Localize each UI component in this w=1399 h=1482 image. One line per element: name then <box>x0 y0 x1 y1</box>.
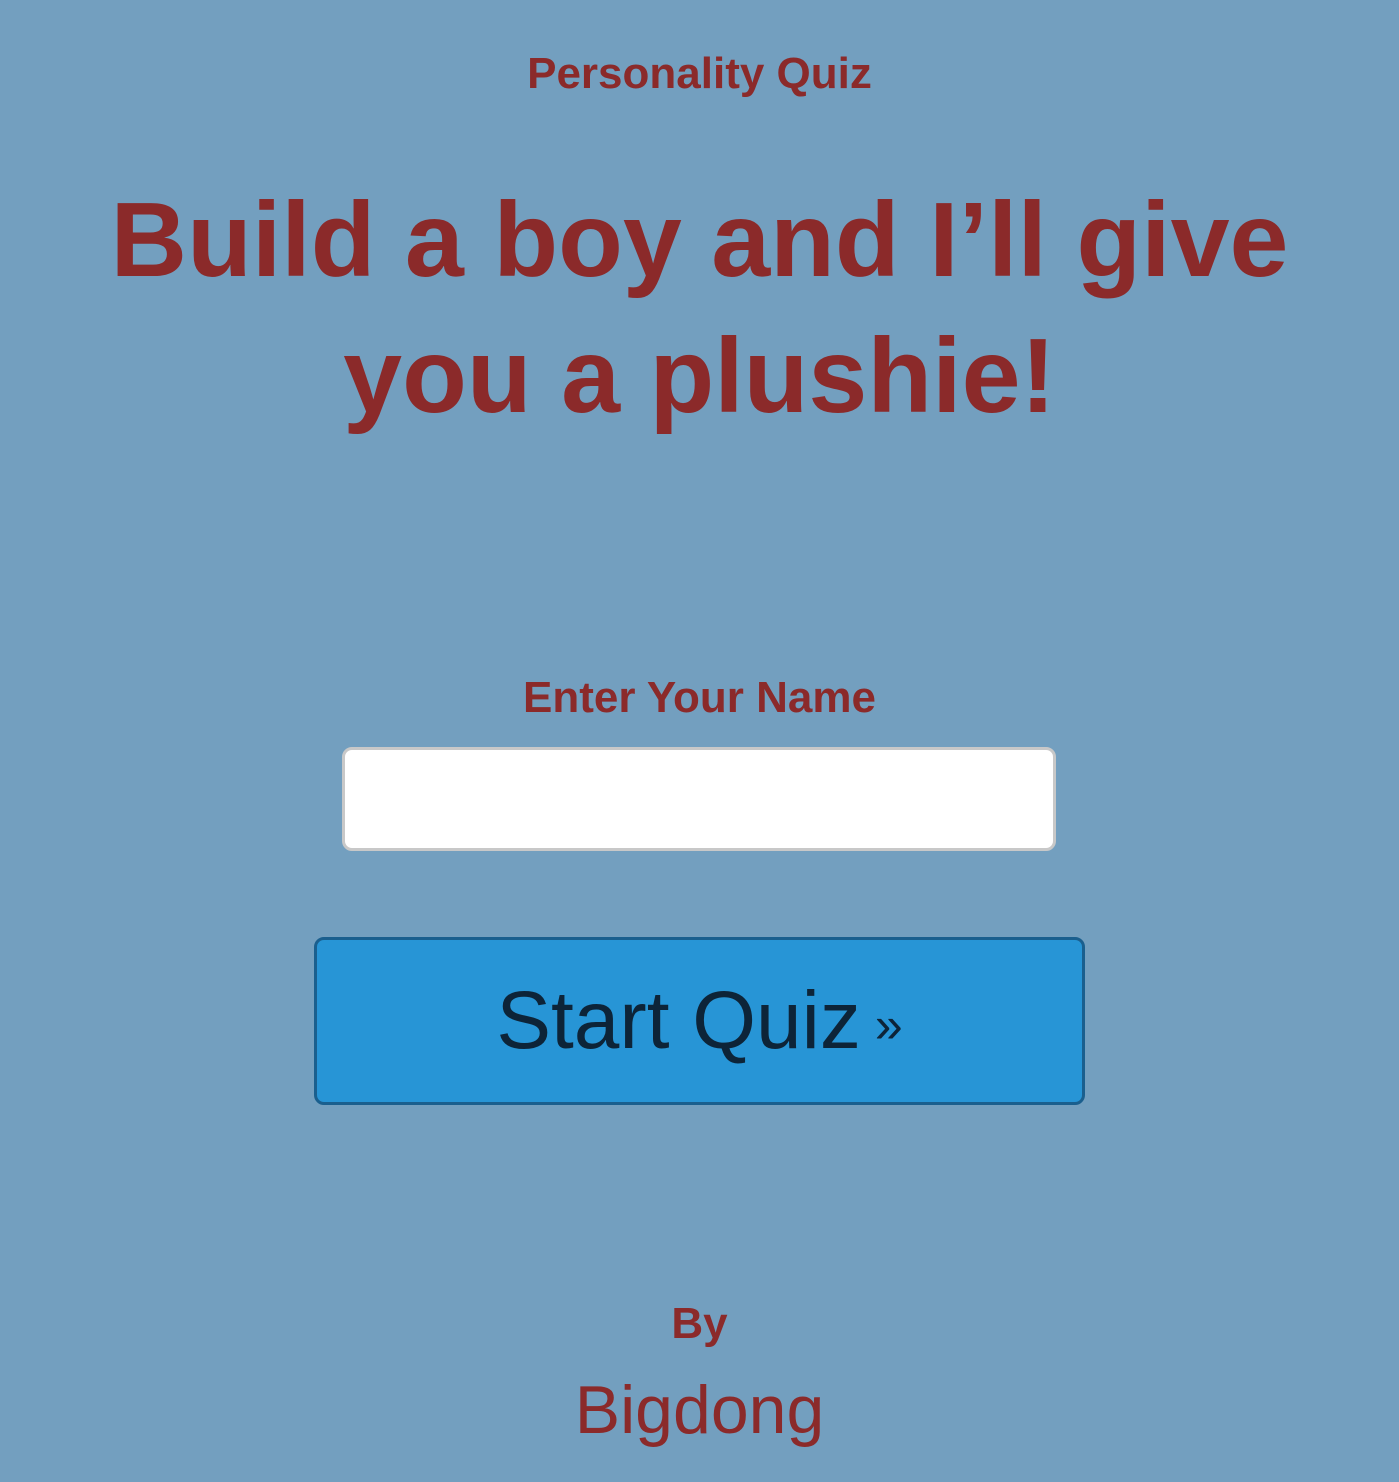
start-quiz-button[interactable]: Start Quiz» <box>314 937 1085 1105</box>
name-input[interactable] <box>342 747 1056 851</box>
double-chevron-right-icon: » <box>874 997 903 1053</box>
quiz-type-label: Personality Quiz <box>527 49 872 98</box>
quiz-title: Build a boy and I’ll give you a plushie! <box>110 181 1289 435</box>
by-label: By <box>671 1299 728 1348</box>
start-quiz-label: Start Quiz <box>496 975 861 1066</box>
name-field-label: Enter Your Name <box>523 673 876 722</box>
author-name: Bigdong <box>574 1372 825 1448</box>
quiz-start-page: Personality Quiz Build a boy and I’ll gi… <box>0 0 1399 1482</box>
